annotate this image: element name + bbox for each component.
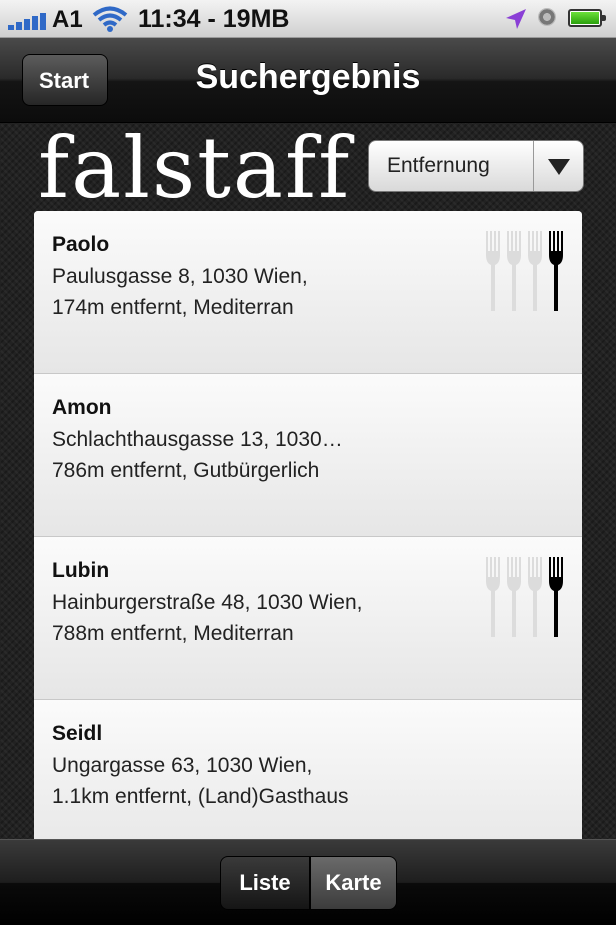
dropdown-arrow-icon — [548, 159, 570, 175]
wifi-icon — [92, 6, 128, 32]
fork-rating — [484, 557, 564, 637]
fork-icon — [486, 557, 500, 637]
clock-icon — [538, 8, 556, 26]
restaurant-address: Paulusgasse 8, 1030 Wien, — [52, 265, 308, 288]
sort-dropdown[interactable]: Entfernung — [368, 140, 584, 192]
restaurant-details: 1.1km entfernt, (Land)Gasthaus — [52, 785, 349, 808]
restaurant-details: 786m entfernt, Gutbürgerlich — [52, 459, 320, 482]
fork-icon — [528, 231, 542, 311]
results-list[interactable]: Paolo Paulusgasse 8, 1030 Wien, 174m ent… — [34, 211, 582, 839]
sort-dropdown-value: Entfernung — [387, 154, 490, 177]
signal-strength-icon — [8, 12, 46, 30]
fork-icon-active — [549, 557, 563, 637]
location-arrow-icon — [506, 9, 526, 29]
list-item[interactable]: Paolo Paulusgasse 8, 1030 Wien, 174m ent… — [34, 211, 582, 374]
restaurant-name: Amon — [52, 396, 112, 419]
fork-icon — [507, 557, 521, 637]
page-title: Suchergebnis — [195, 58, 421, 96]
battery-icon — [568, 9, 606, 27]
restaurant-name: Lubin — [52, 559, 110, 582]
fork-rating — [484, 231, 564, 311]
carrier-name: A1 — [52, 6, 83, 33]
navigation-bar: Start Suchergebnis — [0, 38, 616, 123]
list-view-segment[interactable]: Liste — [220, 856, 310, 910]
list-item[interactable]: Amon Schlachthausgasse 13, 1030… 786m en… — [34, 374, 582, 537]
fork-icon — [486, 231, 500, 311]
dropdown-divider — [533, 141, 534, 191]
status-bar: A1 11:34 - 19MB — [0, 0, 616, 38]
restaurant-address: Schlachthausgasse 13, 1030… — [52, 428, 343, 451]
fork-icon — [528, 557, 542, 637]
status-time: 11:34 - 19MB — [138, 5, 290, 33]
restaurant-address: Hainburgerstraße 48, 1030 Wien, — [52, 591, 363, 614]
restaurant-details: 174m entfernt, Mediterran — [52, 296, 294, 319]
list-item[interactable]: Lubin Hainburgerstraße 48, 1030 Wien, 78… — [34, 537, 582, 700]
map-view-segment[interactable]: Karte — [310, 856, 397, 910]
fork-icon-active — [549, 231, 563, 311]
restaurant-address: Ungargasse 63, 1030 Wien, — [52, 754, 313, 777]
fork-icon — [507, 231, 521, 311]
list-item[interactable]: Seidl Ungargasse 63, 1030 Wien, 1.1km en… — [34, 700, 582, 839]
restaurant-details: 788m entfernt, Mediterran — [52, 622, 294, 645]
restaurant-name: Seidl — [52, 722, 103, 745]
falstaff-logo: falstaff — [38, 119, 352, 217]
restaurant-name: Paolo — [52, 233, 110, 256]
content-area: falstaff Entfernung Paolo Paulusgasse 8,… — [0, 123, 616, 839]
bottom-toolbar: Liste Karte — [0, 839, 616, 925]
